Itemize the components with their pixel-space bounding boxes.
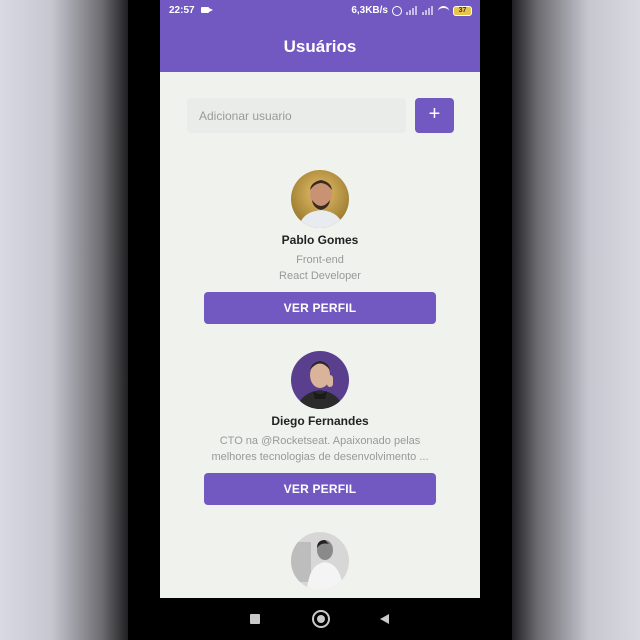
add-user-button[interactable]: + xyxy=(415,98,454,133)
avatar xyxy=(291,170,349,228)
network-speed: 6,3KB/s xyxy=(351,5,388,16)
android-navigation-bar xyxy=(160,598,480,640)
user-bio-line-2: React Developer xyxy=(279,270,361,282)
square-icon[interactable] xyxy=(250,614,260,624)
user-name: Pablo Gomes xyxy=(281,233,359,247)
status-time: 22:57 xyxy=(169,5,195,16)
phone-frame: 22:57 6,3KB/s 37 Usuários + xyxy=(128,0,512,640)
plus-icon: + xyxy=(428,103,441,125)
view-profile-button[interactable]: VER PERFIL xyxy=(204,292,436,324)
circle-icon[interactable] xyxy=(312,610,330,628)
battery-icon: 37 xyxy=(453,5,472,16)
video-camera-icon xyxy=(201,7,213,13)
user-card: Diego Fernandes CTO na @Rocketseat. Apai… xyxy=(160,351,480,511)
user-name: Diego Fernandes xyxy=(271,414,369,428)
user-card: Pablo Gomes Front-end React Developer VE… xyxy=(160,170,480,330)
avatar xyxy=(291,532,349,590)
alarm-icon xyxy=(392,5,402,16)
user-bio-line-2: melhores tecnologias de desenvolvimento … xyxy=(211,451,429,463)
view-profile-button[interactable]: VER PERFIL xyxy=(204,473,436,505)
avatar xyxy=(291,351,349,409)
status-right: 6,3KB/s 37 xyxy=(351,5,472,16)
page-title: Usuários xyxy=(283,37,357,56)
signal-icon xyxy=(406,6,418,15)
status-bar: 22:57 6,3KB/s 37 xyxy=(160,0,480,22)
signal-icon-2 xyxy=(422,6,434,15)
video-background-right xyxy=(512,0,640,640)
add-user-form: + xyxy=(187,98,454,133)
user-card xyxy=(160,532,480,598)
app-header: Usuários xyxy=(160,22,480,72)
user-bio-line-1: Front-end xyxy=(296,254,344,266)
add-user-input[interactable] xyxy=(187,98,406,133)
user-bio-line-1: CTO na @Rocketseat. Apaixonado pelas xyxy=(219,435,421,447)
main-content[interactable]: + Pabl xyxy=(160,72,480,598)
triangle-back-icon[interactable] xyxy=(380,614,389,624)
video-background-left xyxy=(0,0,128,640)
wifi-icon xyxy=(438,5,449,16)
